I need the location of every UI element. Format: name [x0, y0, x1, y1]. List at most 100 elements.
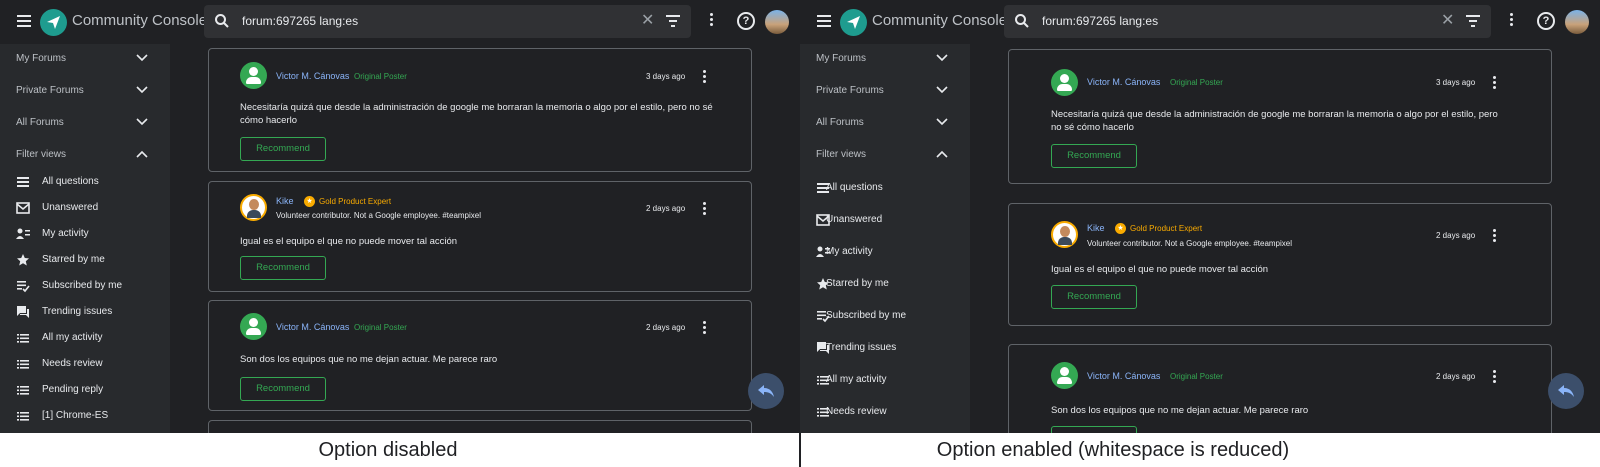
sidebar-item-starred-by-me[interactable]: Starred by me	[800, 268, 970, 300]
sidebar-section-all-forums[interactable]: All Forums	[800, 108, 970, 140]
sidebar-item-pending-reply[interactable]: Pending reply	[0, 377, 170, 403]
sidebar-section-filter-views[interactable]: Filter views	[0, 140, 170, 172]
gold-badge-icon: ★	[1115, 223, 1126, 234]
more-vert-icon[interactable]	[1510, 13, 1514, 28]
recommend-button[interactable]: Recommend	[240, 377, 326, 401]
hamburger-menu-icon[interactable]	[14, 12, 34, 32]
sidebar-section-all-forums[interactable]: All Forums	[0, 108, 170, 140]
search-icon	[215, 14, 229, 28]
account-avatar[interactable]	[765, 10, 789, 34]
reply-body-line: Necesitaría quizá que desde la administr…	[240, 102, 713, 113]
reply-fab-button[interactable]	[748, 373, 784, 409]
sidebar-item-my-activity[interactable]: My activity	[800, 236, 970, 268]
gold-product-expert-badge: Gold Product Expert	[1130, 224, 1203, 233]
avatar	[240, 313, 267, 340]
help-icon[interactable]: ?	[737, 12, 755, 30]
recommend-button[interactable]: Recommend	[240, 137, 326, 161]
original-poster-tag: Original Poster	[354, 72, 407, 81]
sidebar-item-all-questions[interactable]: All questions	[800, 172, 970, 204]
sidebar-item-label: Trending issues	[42, 306, 113, 317]
chevron-up-icon	[936, 150, 948, 158]
reply-body-line: Necesitaría quizá que desde la administr…	[1051, 109, 1498, 120]
sidebar-item-all-my-activity[interactable]: All my activity	[800, 364, 970, 396]
author-name[interactable]: Victor M. Cánovas	[276, 322, 349, 332]
sidebar-item-label: Trending issues	[826, 342, 897, 353]
sidebar-item-my-activity[interactable]: My activity	[0, 221, 170, 247]
more-vert-icon[interactable]	[710, 13, 714, 28]
list-icon	[17, 412, 29, 421]
original-poster-tag: Original Poster	[1170, 78, 1223, 87]
author-name[interactable]: Victor M. Cánovas	[1087, 371, 1160, 381]
sidebar-item-subscribed-by-me[interactable]: Subscribed by me	[0, 273, 170, 299]
sidebar-item-unanswered[interactable]: Unanswered	[800, 204, 970, 236]
thread-replies: Victor M. Cánovas Original Poster 3 days…	[970, 44, 1600, 433]
sidebar-item-unanswered[interactable]: Unanswered	[0, 195, 170, 221]
reply-fab-button[interactable]	[1548, 373, 1584, 409]
sidebar-item-needs-review[interactable]: Needs review	[0, 351, 170, 377]
sidebar-item-subscribed-by-me[interactable]: Subscribed by me	[800, 300, 970, 332]
sidebar-item-all-questions[interactable]: All questions	[0, 169, 170, 195]
more-vert-icon[interactable]	[703, 70, 707, 85]
avatar	[1051, 221, 1078, 248]
author-name[interactable]: Victor M. Cánovas	[276, 71, 349, 81]
reply-body: Necesitaría quizá que desde la administr…	[1051, 108, 1521, 134]
author-name[interactable]: Kike	[276, 196, 294, 206]
timestamp: 2 days ago	[1436, 231, 1476, 240]
reply-card: Victor M. Cánovas Original Poster 3 days…	[1008, 49, 1552, 184]
help-icon[interactable]: ?	[1537, 12, 1555, 30]
reply-card: Victor M. Cánovas Original Poster 2 days…	[208, 300, 752, 411]
hamburger-menu-icon[interactable]	[814, 12, 834, 32]
section-label: My Forums	[816, 53, 866, 64]
recommend-button[interactable]: Recommend	[240, 256, 326, 280]
more-vert-icon[interactable]	[703, 202, 707, 217]
list-icon	[17, 334, 29, 343]
more-vert-icon[interactable]	[1493, 229, 1497, 244]
reply-body: Igual es el equipo el que no puede mover…	[1051, 264, 1269, 275]
clear-search-icon[interactable]: ✕	[1441, 13, 1454, 29]
sidebar-section-my-forums[interactable]: My Forums	[0, 44, 170, 76]
section-label: All Forums	[16, 117, 64, 128]
chevron-down-icon	[936, 118, 948, 126]
sidebar-section-my-forums[interactable]: My Forums	[800, 44, 970, 76]
panel-option-disabled: Community Console forum:697265 lang:es ✕…	[0, 0, 800, 433]
sidebar-item-chrome-es[interactable]: [1] Chrome-ES	[0, 403, 170, 429]
search-input[interactable]: forum:697265 lang:es	[242, 14, 358, 28]
sidebar-item-needs-review[interactable]: Needs review	[800, 396, 970, 428]
sidebar-item-all-my-activity[interactable]: All my activity	[0, 325, 170, 351]
section-label: Filter views	[816, 149, 867, 160]
more-vert-icon[interactable]	[1493, 76, 1497, 91]
list-bold-icon	[17, 177, 29, 187]
more-vert-icon[interactable]	[703, 321, 707, 336]
timestamp: 3 days ago	[1436, 78, 1476, 87]
clear-search-icon[interactable]: ✕	[641, 13, 654, 29]
recommend-button[interactable]: Recommend	[1051, 144, 1137, 168]
mail-icon	[16, 202, 30, 214]
caption-option-disabled: Option disabled	[318, 439, 458, 461]
search-bar[interactable]: forum:697265 lang:es ✕	[1004, 5, 1491, 38]
sidebar-section-private-forums[interactable]: Private Forums	[0, 76, 170, 108]
sidebar-item-trending-issues[interactable]: Trending issues	[0, 299, 170, 325]
recommend-button[interactable]: Recommend	[1051, 426, 1137, 433]
thread-replies: Victor M. Cánovas Original Poster 3 days…	[170, 44, 800, 433]
reply-icon	[758, 385, 774, 397]
sidebar-item-starred-by-me[interactable]: Starred by me	[0, 247, 170, 273]
search-bar[interactable]: forum:697265 lang:es ✕	[204, 5, 691, 38]
more-vert-icon[interactable]	[1493, 370, 1497, 385]
author-name[interactable]: Victor M. Cánovas	[1087, 77, 1160, 87]
sidebar-section-filter-views[interactable]: Filter views	[800, 140, 970, 172]
sidebar-section-private-forums[interactable]: Private Forums	[800, 76, 970, 108]
account-avatar[interactable]	[1565, 10, 1589, 34]
search-input[interactable]: forum:697265 lang:es	[1042, 14, 1158, 28]
recommend-button[interactable]: Recommend	[1051, 285, 1137, 309]
caption-option-enabled: Option enabled (whitespace is reduced)	[936, 439, 1290, 461]
list-icon	[17, 360, 29, 369]
star-icon	[17, 254, 29, 266]
gold-badge-icon: ★	[304, 196, 315, 207]
filter-icon[interactable]	[666, 15, 680, 27]
sidebar-item-trending-issues[interactable]: Trending issues	[800, 332, 970, 364]
avatar	[1051, 69, 1078, 96]
author-name[interactable]: Kike	[1087, 223, 1105, 233]
filter-icon[interactable]	[1466, 15, 1480, 27]
sidebar-item-label: Pending reply	[42, 384, 104, 395]
sidebar-item-label: My activity	[42, 228, 89, 239]
